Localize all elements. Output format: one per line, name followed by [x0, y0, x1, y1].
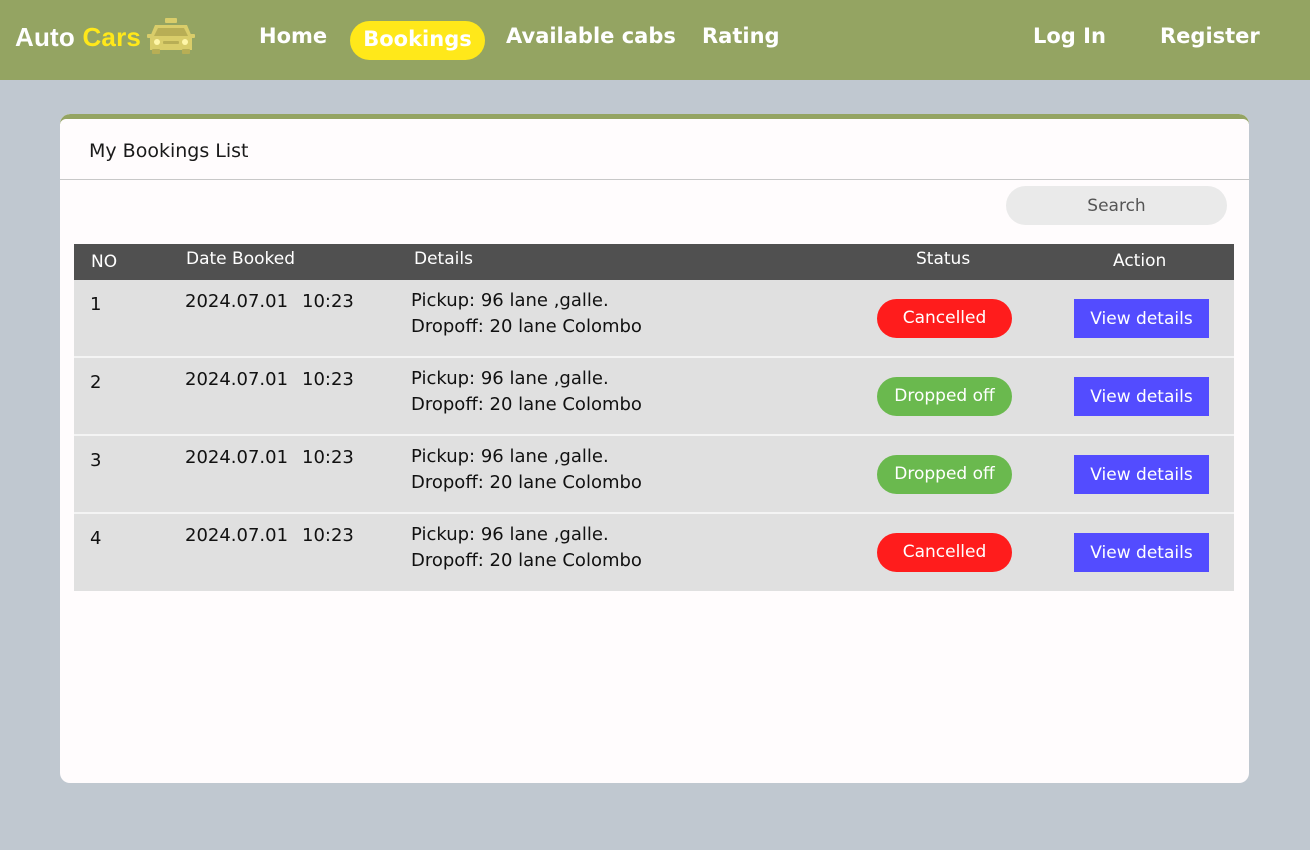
login-link[interactable]: Log In — [1033, 24, 1106, 48]
booking-time: 10:23 — [302, 291, 354, 312]
row-number: 3 — [90, 450, 102, 471]
booking-details: Pickup: 96 lane ,galle. Dropoff: 20 lane… — [411, 522, 642, 574]
nav-home[interactable]: Home — [259, 24, 327, 48]
view-details-button[interactable]: View details — [1074, 533, 1209, 572]
header-status: Status — [916, 249, 971, 269]
view-details-button[interactable]: View details — [1074, 377, 1209, 416]
table-row: 2 2024.07.01 10:23 Pickup: 96 lane ,gall… — [74, 358, 1234, 436]
table-header: NO Date Booked Details Status Action — [74, 244, 1234, 280]
table-row: 1 2024.07.01 10:23 Pickup: 96 lane ,gall… — [74, 280, 1234, 358]
brand-logo[interactable]: Auto Cars — [15, 22, 141, 53]
top-navbar: Auto Cars Home Bookings Available cabs R… — [0, 0, 1310, 80]
view-details-button[interactable]: View details — [1074, 455, 1209, 494]
nav-available-cabs[interactable]: Available cabs — [506, 24, 676, 48]
brand-name-primary: Auto — [15, 22, 75, 52]
register-link[interactable]: Register — [1160, 24, 1260, 48]
booking-details: Pickup: 96 lane ,galle. Dropoff: 20 lane… — [411, 366, 642, 418]
booking-time: 10:23 — [302, 525, 354, 546]
booking-time: 10:23 — [302, 447, 354, 468]
booking-date: 2024.07.01 — [185, 369, 289, 390]
pickup-text: Pickup: 96 lane ,galle. — [411, 290, 609, 311]
dropoff-text: Dropoff: 20 lane Colombo — [411, 550, 642, 571]
pickup-text: Pickup: 96 lane ,galle. — [411, 368, 609, 389]
taxi-icon — [147, 18, 195, 54]
booking-date: 2024.07.01 — [185, 525, 289, 546]
header-action: Action — [1113, 251, 1167, 271]
booking-time: 10:23 — [302, 369, 354, 390]
booking-date: 2024.07.01 — [185, 291, 289, 312]
brand-name-accent: Cars — [82, 22, 142, 52]
card-title: My Bookings List — [89, 140, 249, 162]
dropoff-text: Dropoff: 20 lane Colombo — [411, 394, 642, 415]
row-number: 1 — [90, 294, 102, 315]
table-row: 4 2024.07.01 10:23 Pickup: 96 lane ,gall… — [74, 514, 1234, 591]
booking-date: 2024.07.01 — [185, 447, 289, 468]
pickup-text: Pickup: 96 lane ,galle. — [411, 524, 609, 545]
booking-details: Pickup: 96 lane ,galle. Dropoff: 20 lane… — [411, 444, 642, 496]
search-input[interactable] — [1006, 186, 1227, 225]
booking-details: Pickup: 96 lane ,galle. Dropoff: 20 lane… — [411, 288, 642, 340]
dropoff-text: Dropoff: 20 lane Colombo — [411, 316, 642, 337]
pickup-text: Pickup: 96 lane ,galle. — [411, 446, 609, 467]
status-badge: Dropped off — [877, 455, 1012, 494]
header-details: Details — [414, 249, 473, 269]
nav-bookings[interactable]: Bookings — [350, 21, 485, 60]
header-no: NO — [91, 252, 118, 272]
row-number: 4 — [90, 528, 102, 549]
table-row: 3 2024.07.01 10:23 Pickup: 96 lane ,gall… — [74, 436, 1234, 514]
status-badge: Cancelled — [877, 299, 1012, 338]
bookings-card: My Bookings List NO Date Booked Details … — [60, 114, 1249, 783]
dropoff-text: Dropoff: 20 lane Colombo — [411, 472, 642, 493]
bookings-table: NO Date Booked Details Status Action 1 2… — [74, 244, 1234, 591]
status-badge: Dropped off — [877, 377, 1012, 416]
row-number: 2 — [90, 372, 102, 393]
view-details-button[interactable]: View details — [1074, 299, 1209, 338]
nav-rating[interactable]: Rating — [702, 24, 780, 48]
header-date-booked: Date Booked — [186, 249, 295, 269]
card-divider — [60, 179, 1249, 180]
status-badge: Cancelled — [877, 533, 1012, 572]
